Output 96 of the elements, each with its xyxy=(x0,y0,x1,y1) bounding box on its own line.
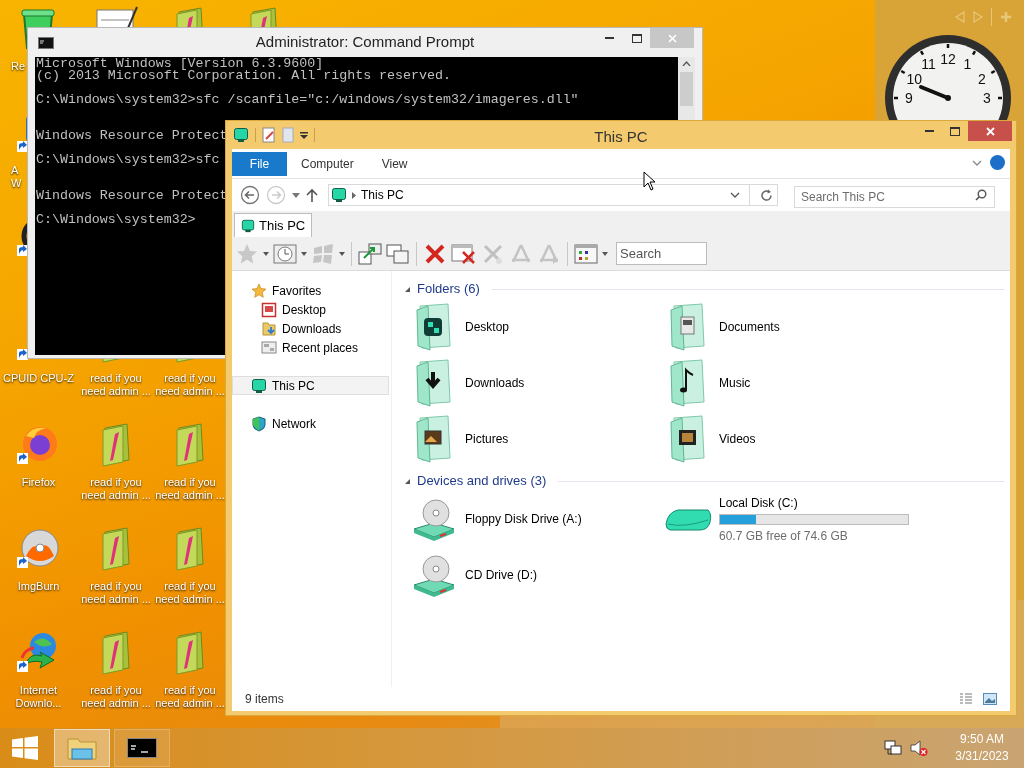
new-folder-icon xyxy=(282,127,294,143)
window-title: This PC xyxy=(593,127,649,147)
folder-icon xyxy=(414,358,454,408)
computer-icon xyxy=(331,187,347,203)
maximize-icon xyxy=(950,126,960,136)
chevron-icon xyxy=(972,159,982,166)
item-label[interactable]: Local Disk (C:) xyxy=(719,493,909,512)
item-label[interactable]: Videos xyxy=(719,430,756,448)
group-header[interactable]: Devices and drives (3) xyxy=(417,471,547,491)
network-icon xyxy=(251,415,267,432)
caret-icon xyxy=(602,251,608,256)
tab[interactable]: This PC xyxy=(234,213,313,237)
up-icon xyxy=(306,188,318,202)
item-label[interactable]: CD Drive (D:) xyxy=(465,566,537,584)
help-icon[interactable] xyxy=(990,155,1005,170)
clock-numeral: 9 xyxy=(905,90,913,106)
tiles-view-icon xyxy=(983,693,997,705)
add-icon xyxy=(1000,11,1012,23)
caret-icon xyxy=(263,251,269,256)
caret-icon xyxy=(339,251,345,256)
chevron-icon xyxy=(352,191,356,199)
nav-item[interactable]: Network xyxy=(232,414,389,433)
maximize-icon xyxy=(631,33,642,43)
item-detail: 60.7 GB free of 74.6 GB xyxy=(719,527,849,545)
customize-icon xyxy=(300,131,308,139)
ribbon-tab[interactable]: Computer xyxy=(287,152,368,176)
forward-icon xyxy=(266,185,286,205)
ribbon-tab[interactable]: View xyxy=(367,152,422,176)
minimize-icon xyxy=(605,36,614,40)
clock-numeral: 2 xyxy=(977,70,986,87)
clock-numeral: 3 xyxy=(983,90,991,106)
nav-item[interactable]: Downloads xyxy=(232,319,389,338)
item-label[interactable]: Downloads xyxy=(465,374,525,392)
folder-icon xyxy=(414,414,454,464)
computer-icon xyxy=(241,218,255,233)
item-label[interactable]: Documents xyxy=(719,318,780,336)
nav-item[interactable]: Favorites xyxy=(232,281,389,300)
window-delete-icon xyxy=(451,242,477,265)
search-field[interactable]: Search xyxy=(616,242,707,265)
dropdown-icon xyxy=(730,192,740,198)
desktop-icon xyxy=(261,301,277,318)
two-windows-icon xyxy=(386,242,410,265)
nav-item[interactable]: Recent places xyxy=(232,338,389,357)
copy-to-icon xyxy=(358,241,382,266)
folder-icon xyxy=(66,735,98,761)
view-grid-icon xyxy=(574,243,598,264)
scroll-up-icon xyxy=(682,61,691,66)
close-button[interactable] xyxy=(968,121,1012,141)
item-label[interactable]: Music xyxy=(719,374,751,392)
status-text: 9 items xyxy=(245,691,284,708)
downloads-folder-icon xyxy=(261,320,277,337)
item-label[interactable]: Floppy Disk Drive (A:) xyxy=(465,510,582,528)
properties-icon xyxy=(262,127,276,143)
nav-item[interactable]: This PC xyxy=(232,376,389,395)
item-label[interactable]: Desktop xyxy=(465,318,510,336)
folder-icon xyxy=(414,302,454,352)
clock-numeral: 1 xyxy=(963,56,972,73)
folder-icon xyxy=(668,358,708,408)
refresh-icon xyxy=(759,188,773,202)
clock-numeral: 12 xyxy=(940,51,956,67)
network-icon xyxy=(884,739,902,757)
clock-icon xyxy=(273,242,297,265)
window-title: Administrator: Command Prompt xyxy=(254,32,476,53)
clock-numeral: 11 xyxy=(921,56,936,73)
ribbon-tab[interactable]: File xyxy=(232,152,287,176)
recent-places-icon xyxy=(261,339,277,356)
group-header[interactable]: Folders (6) xyxy=(417,279,480,299)
star-icon xyxy=(251,282,267,299)
computer-icon xyxy=(233,127,249,143)
next-icon xyxy=(973,11,983,23)
close-icon xyxy=(667,33,677,43)
dropdown-icon xyxy=(292,192,300,198)
clock-numeral: 10 xyxy=(906,70,922,87)
console-icon xyxy=(127,738,157,758)
details-view-icon xyxy=(959,693,973,705)
window-panes-icon xyxy=(311,242,335,265)
search-icon xyxy=(975,189,987,201)
close-icon xyxy=(985,126,995,136)
back-icon xyxy=(240,185,260,205)
clock-hand xyxy=(919,85,951,101)
minimize-icon xyxy=(924,129,934,133)
breadcrumb[interactable]: This PC xyxy=(361,186,404,204)
item-label[interactable]: Pictures xyxy=(465,430,509,448)
previous-icon xyxy=(955,11,965,23)
folder-icon xyxy=(668,302,708,352)
address-bar[interactable]: This PC xyxy=(328,184,778,206)
scroll-thumb[interactable] xyxy=(680,72,693,106)
console-icon xyxy=(38,37,54,49)
caret-icon xyxy=(301,251,307,256)
taskbar-button[interactable] xyxy=(114,729,170,767)
folder-icon xyxy=(668,414,708,464)
cursor-icon xyxy=(643,171,656,191)
windows-logo-icon xyxy=(12,736,38,760)
search-field[interactable]: Search This PC xyxy=(794,186,995,208)
nav-item[interactable]: Desktop xyxy=(232,300,389,319)
computer-icon xyxy=(251,377,267,394)
